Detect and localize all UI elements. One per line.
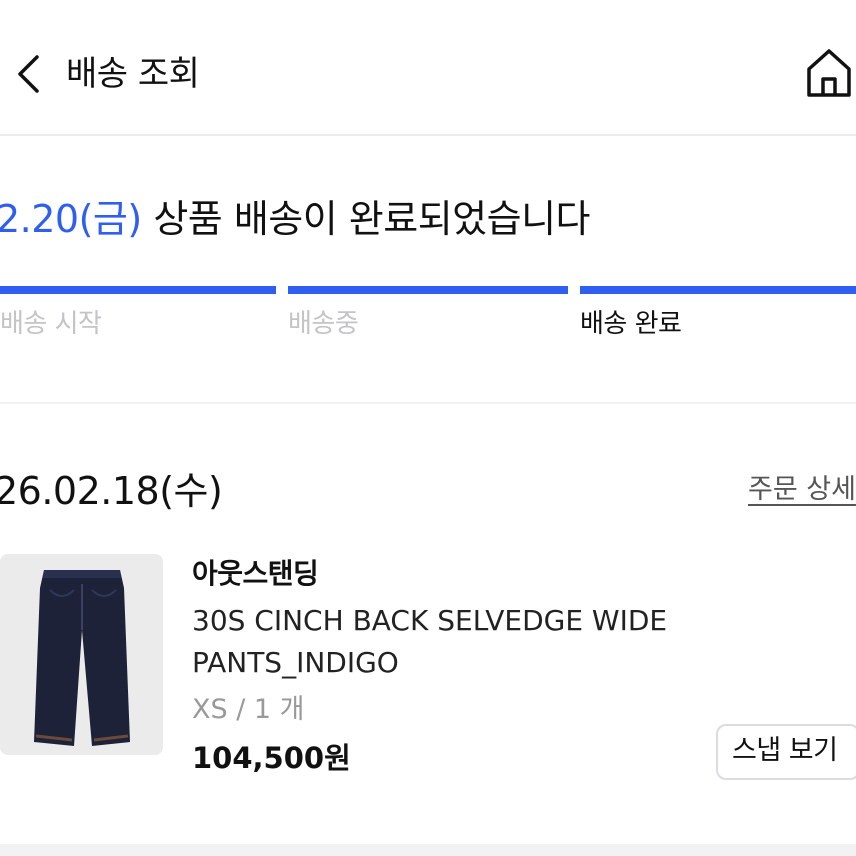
product-price: 104,500원 xyxy=(192,741,351,775)
order-detail-link[interactable]: 주문 상세 xyxy=(748,470,856,510)
progress-segment-delivered xyxy=(580,286,856,294)
step-label-delivered: 배송 완료 xyxy=(580,309,682,339)
home-icon xyxy=(807,49,851,97)
back-button[interactable] xyxy=(6,50,50,98)
app-header: 배송 조회 xyxy=(0,0,856,134)
progress-segment-shipping-started xyxy=(0,286,276,294)
delivery-date: 2.20(금) xyxy=(0,197,142,241)
product-option: XS / 1 개 xyxy=(192,694,305,725)
step-label-in-transit: 배송중 xyxy=(288,309,359,339)
view-snap-button[interactable]: 스냅 보기 xyxy=(716,724,856,780)
chevron-left-icon xyxy=(18,55,39,93)
step-label-shipping-started: 배송 시작 xyxy=(0,309,102,339)
status-message: 상품 배송이 완료되었습니다 xyxy=(141,197,590,241)
home-button[interactable] xyxy=(804,44,854,102)
page-title: 배송 조회 xyxy=(66,54,200,94)
progress-segment-in-transit xyxy=(288,286,568,294)
product-name[interactable]: 30S CINCH BACK SELVEDGE WIDE PANTS_INDIG… xyxy=(192,600,692,684)
product-image[interactable] xyxy=(0,554,163,755)
delivery-status-card: 2.20(금) 상품 배송이 완료되었습니다 배송 시작 배송중 배송 완료 xyxy=(0,134,856,402)
jeans-image xyxy=(0,554,163,755)
status-headline: 2.20(금) 상품 배송이 완료되었습니다 xyxy=(0,194,591,244)
order-card: 26.02.18(수) 주문 상세 아웃스탠딩 30S CINCH BACK S… xyxy=(0,404,856,844)
order-date: 26.02.18(수) xyxy=(0,469,223,513)
bottom-divider xyxy=(0,844,856,856)
brand-name: 아웃스탠딩 xyxy=(192,557,319,590)
